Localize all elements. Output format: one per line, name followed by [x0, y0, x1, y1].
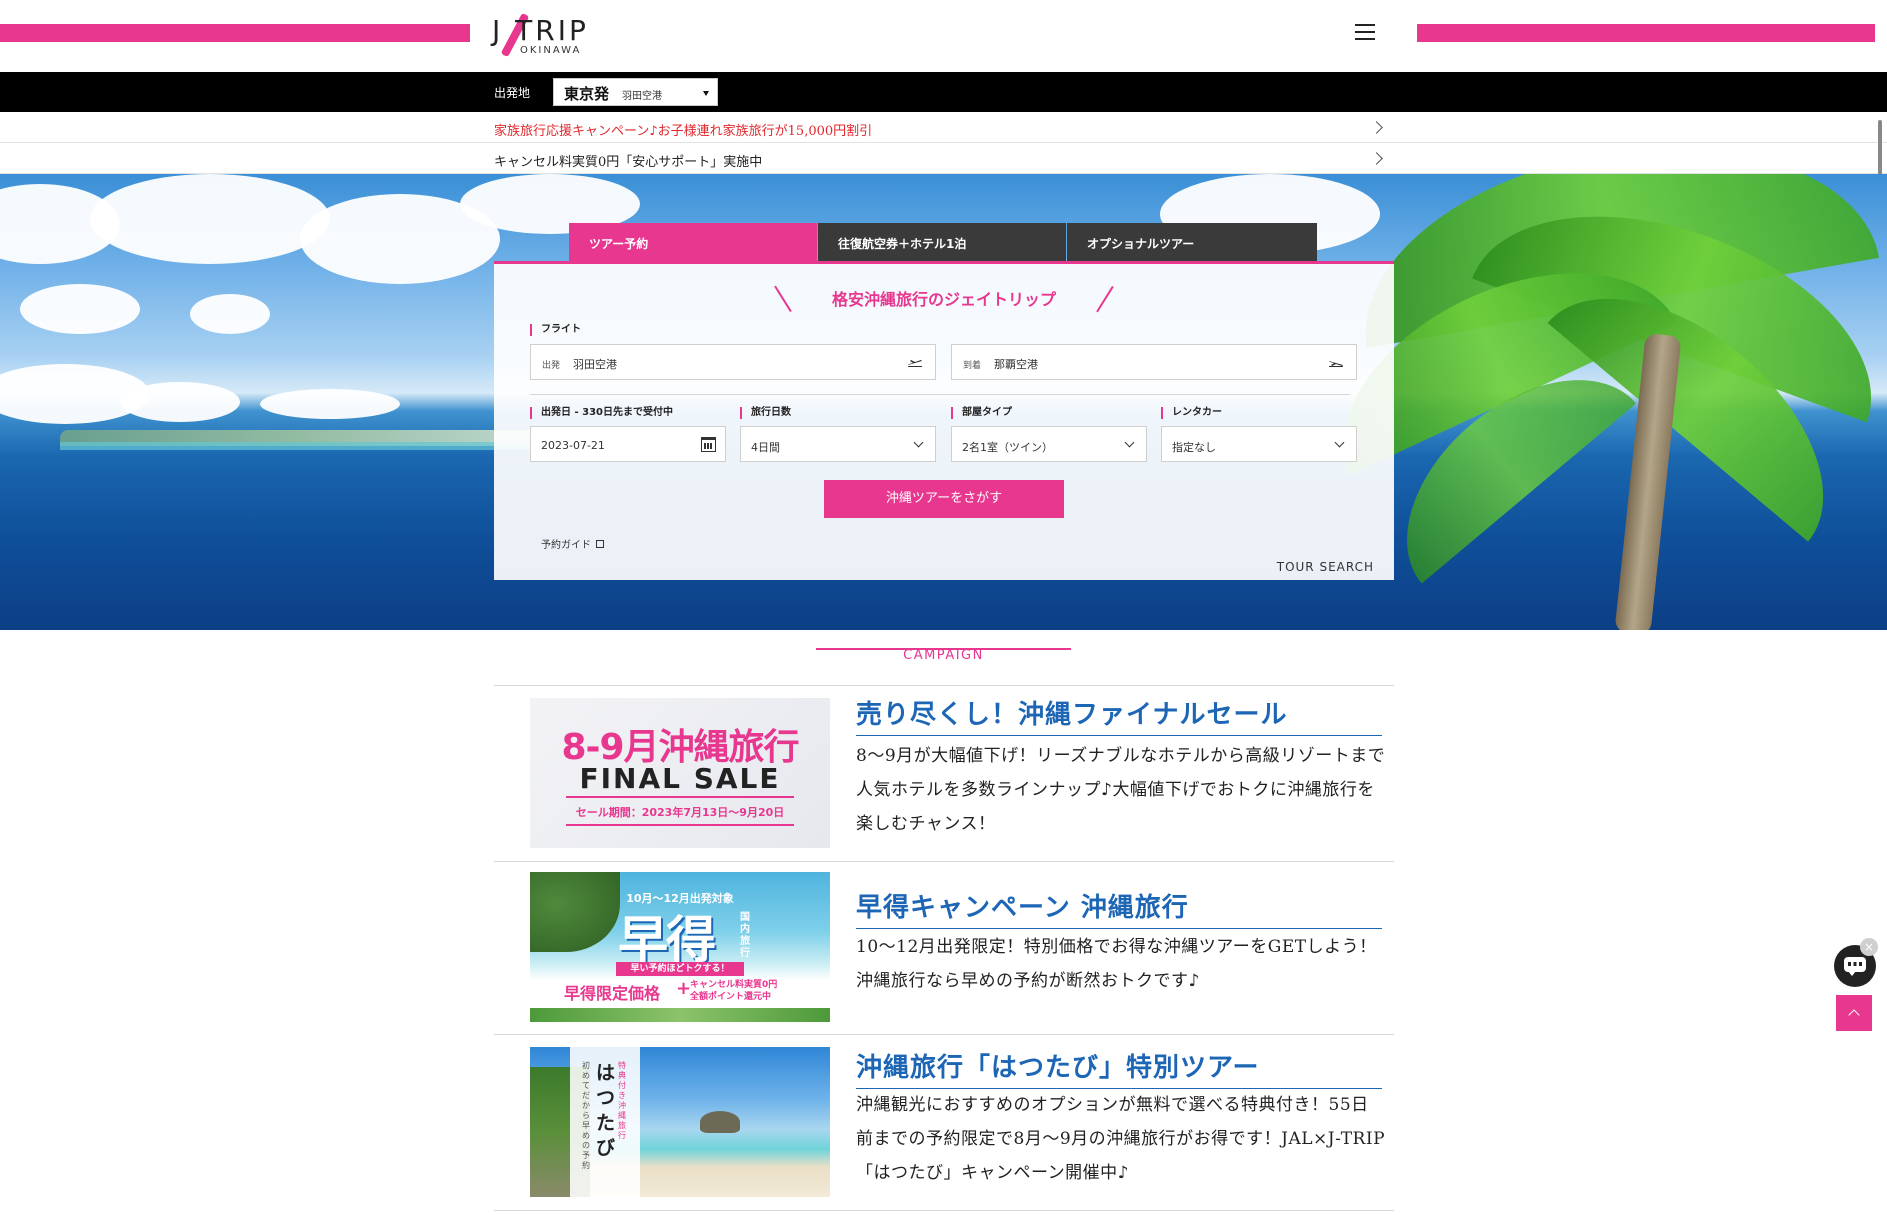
banner-benefit: 全額ポイント還元中 [690, 992, 772, 1002]
banner-subheading: FINAL SALE [579, 762, 781, 795]
campaign-item-final-sale[interactable]: 8-9月沖縄旅行 FINAL SALE セール期間：2023年7月13日〜9月2… [494, 685, 1394, 861]
room-label: 部屋タイプ [951, 407, 1012, 419]
chevron-down-icon [913, 437, 924, 448]
arrive-value: 那覇空港 [994, 358, 1038, 371]
caret-down-icon [703, 91, 709, 96]
banner-rule [566, 824, 794, 826]
date-label: 出発日 - 330日先まで受付中 [530, 407, 673, 419]
depart-value: 羽田空港 [573, 358, 617, 371]
depart-airport-field[interactable]: 出発 羽田空港 [530, 344, 936, 380]
site-logo[interactable]: J TRIP OKINAWA [492, 12, 612, 58]
hamburger-menu-icon[interactable] [1355, 24, 1375, 42]
chat-close-icon[interactable]: × [1860, 938, 1878, 956]
external-link-icon [596, 540, 604, 548]
banner-price-text: 早得限定価格 [564, 984, 661, 1003]
banner-benefits: キャンセル料実質0円 全額ポイント還元中 [690, 979, 777, 1003]
room-select[interactable]: 2名1室（ツイン） [951, 426, 1147, 462]
site-header: J TRIP OKINAWA [0, 0, 1887, 72]
departure-bar: 出発地 東京発 羽田空港 [0, 72, 1887, 112]
banner-benefit: キャンセル料実質0円 [690, 980, 778, 990]
chevron-up-icon [1848, 1009, 1860, 1021]
tab-tour-booking[interactable]: ツアー予約 [569, 223, 817, 261]
days-value: 4日間 [751, 441, 780, 454]
chevron-right-icon [1370, 121, 1383, 134]
car-label: レンタカー [1161, 407, 1222, 419]
campaign-banner-final-sale[interactable]: 8-9月沖縄旅行 FINAL SALE セール期間：2023年7月13日〜9月2… [530, 698, 830, 848]
car-select[interactable]: 指定なし [1161, 426, 1357, 462]
shore-water [60, 442, 540, 450]
banner-rock [530, 872, 620, 952]
banner-plus: + [676, 978, 692, 999]
departure-airport: 羽田空港 [622, 91, 662, 102]
banner-side-text: 国内旅行 [740, 912, 750, 959]
campaign-list-bottom-border [494, 1210, 1394, 1211]
chat-dots-icon [1848, 962, 1862, 966]
page-scrollbar[interactable] [1878, 120, 1882, 176]
notice-text: 家族旅行応援キャンペーン♪お子様連れ家族旅行が15,000円割引 [494, 124, 873, 139]
logo-subtext: OKINAWA [520, 45, 582, 56]
banner-vertical-small: 特典付き 沖縄旅行 [618, 1061, 626, 1140]
arrive-airport-field[interactable]: 到着 那覇空港 [951, 344, 1357, 380]
departure-label: 出発地 [494, 86, 531, 100]
tab-optional-tour[interactable]: オプショナルツアー [1067, 223, 1317, 261]
campaign-heading-text: CAMPAIGN [903, 648, 984, 663]
chevron-right-icon [1370, 152, 1383, 165]
days-select[interactable]: 4日間 [740, 426, 936, 462]
campaign-description: 8〜9月が大幅値下げ！リーズナブルなホテルから高級リゾートまで人気ホテルを多数ラ… [856, 746, 1386, 834]
banner-vertical-small: 初めてだから早めの予約 [582, 1061, 590, 1170]
banner-grass [530, 1008, 830, 1022]
notice-text: キャンセル料実質0円「安心サポート」実施中 [494, 155, 763, 170]
date-field[interactable]: 2023-07-21 [530, 426, 726, 462]
campaign-title[interactable]: 沖縄旅行「はつたび」特別ツアー [856, 1047, 1382, 1089]
campaign-title[interactable]: 早得キャンペーン 沖縄旅行 [856, 887, 1382, 929]
chevron-down-icon [1124, 437, 1135, 448]
plane-departure-icon [908, 360, 922, 367]
campaign-item-early-bird[interactable]: 10月〜12月出発対象 早得 国内旅行 早い予約ほどトクする！ 早得限定価格 +… [494, 861, 1394, 1034]
banner-ribbon: 早い予約ほどトクする！ [616, 962, 744, 976]
campaign-description: 10〜12月出発限定！特別価格でお得な沖縄ツアーをGETしよう！沖縄旅行なら早め… [856, 937, 1377, 991]
header-accent-bar-right [1417, 24, 1875, 42]
calendar-icon [701, 437, 716, 452]
room-value: 2名1室（ツイン） [962, 441, 1053, 454]
banner-period: セール期間：2023年7月13日〜9月20日 [575, 806, 785, 819]
departure-city: 東京発 [564, 85, 610, 103]
flight-label: フライト [530, 324, 581, 336]
date-value: 2023-07-21 [541, 439, 605, 452]
palm-tree-image [1320, 174, 1887, 630]
plane-arrival-icon [1329, 361, 1343, 367]
car-value: 指定なし [1172, 441, 1216, 454]
campaign-item-hatsutabi[interactable]: 初めてだから早めの予約 はつたび 特典付き 沖縄旅行 沖縄旅行「はつたび」特別ツ… [494, 1034, 1394, 1210]
banner-rule [566, 796, 794, 798]
campaign-banner-early-bird[interactable]: 10月〜12月出発対象 早得 国内旅行 早い予約ほどトクする！ 早得限定価格 +… [530, 872, 830, 1022]
logo-text: J TRIP [492, 14, 589, 47]
search-tour-button[interactable]: 沖縄ツアーをさがす [824, 480, 1064, 518]
chevron-down-icon [1334, 437, 1345, 448]
form-divider [530, 394, 1350, 395]
tour-search-form: 格安沖縄旅行のジェイトリップ フライト 出発 羽田空港 到着 那覇空港 出発日 … [494, 261, 1394, 580]
departure-select[interactable]: 東京発 羽田空港 [553, 78, 718, 106]
booking-guide-link[interactable]: 予約ガイド [541, 536, 604, 551]
banner-rock-islet [700, 1111, 740, 1133]
search-title: 格安沖縄旅行のジェイトリップ [831, 290, 1056, 309]
back-to-top-button[interactable] [1836, 995, 1872, 1031]
search-tabs: ツアー予約 往復航空券＋ホテル1泊 オプショナルツアー [569, 223, 1319, 261]
days-label: 旅行日数 [740, 407, 791, 419]
arrive-prefix: 到着 [963, 361, 982, 371]
header-accent-bar-left [0, 24, 470, 42]
notice-family-campaign[interactable]: 家族旅行応援キャンペーン♪お子様連れ家族旅行が15,000円割引 [0, 112, 1887, 143]
depart-prefix: 出発 [542, 361, 561, 371]
campaign-banner-hatsutabi[interactable]: 初めてだから早めの予約 はつたび 特典付き 沖縄旅行 [530, 1047, 830, 1197]
campaign-title[interactable]: 売り尽くし！沖縄ファイナルセール [856, 694, 1382, 736]
notice-cancel-support[interactable]: キャンセル料実質0円「安心サポート」実施中 [0, 143, 1887, 174]
booking-guide-text: 予約ガイド [541, 540, 591, 551]
campaign-description: 沖縄観光におすすめのオプションが無料で選べる特典付き！55日前までの予約限定で8… [856, 1095, 1386, 1183]
banner-vertical-title: はつたび [596, 1062, 616, 1159]
tour-search-caption: TOUR SEARCH [1276, 560, 1374, 574]
tab-flight-hotel[interactable]: 往復航空券＋ホテル1泊 [818, 223, 1066, 261]
